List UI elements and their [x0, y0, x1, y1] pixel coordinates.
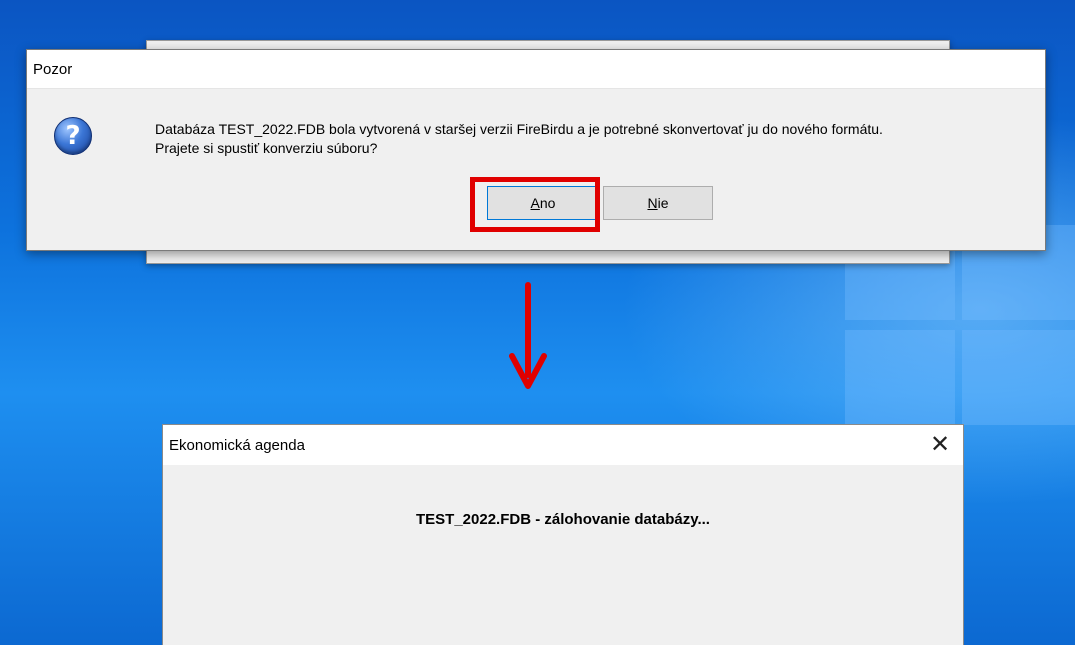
close-icon[interactable]: ✕ [929, 432, 951, 456]
no-button-access-key: N [647, 195, 658, 211]
yes-button-label: no [539, 195, 556, 211]
windows-logo-pane [845, 330, 955, 425]
question-icon: ? [54, 117, 92, 155]
progress-window-title: Ekonomická agenda [169, 436, 305, 454]
dialog-message: Databáza TEST_2022.FDB bola vytvorená v … [155, 120, 1035, 158]
dialog-message-line: Prajete si spustiť konverziu súboru? [155, 140, 378, 156]
no-button-label: ie [657, 195, 669, 211]
progress-message: TEST_2022.FDB - zálohovanie databázy... [416, 511, 710, 528]
dialog-titlebar[interactable]: Pozor [27, 50, 1045, 89]
confirm-dialog: Pozor ? Databáza TEST_2022.FDB bola vytv… [26, 49, 1046, 251]
windows-logo-pane [962, 330, 1075, 425]
dialog-title: Pozor [33, 60, 73, 78]
dialog-message-line: Databáza TEST_2022.FDB bola vytvorená v … [155, 121, 883, 137]
bottom-strip [0, 645, 1075, 655]
yes-button[interactable]: Ano [487, 186, 599, 220]
progress-window-titlebar[interactable]: Ekonomická agenda ✕ [163, 425, 963, 465]
red-arrow-down-icon [509, 353, 547, 389]
no-button[interactable]: Nie [603, 186, 713, 220]
yes-button-access-key: A [530, 195, 540, 211]
progress-window: Ekonomická agenda ✕ TEST_2022.FDB - zálo… [162, 424, 964, 646]
